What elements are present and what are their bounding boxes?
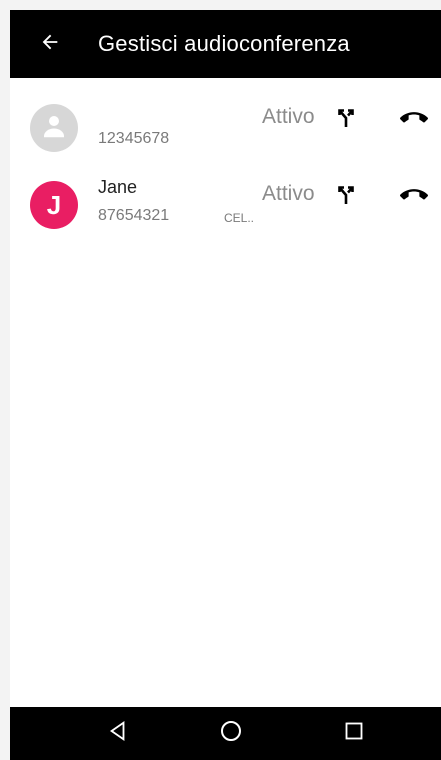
nav-recents-button[interactable]	[322, 707, 386, 760]
participants-list: 12345678 Attivo J Jane 87654321 CEL.. At…	[10, 78, 441, 707]
split-call-button[interactable]	[328, 102, 364, 138]
status-strip	[10, 0, 441, 10]
participant-status: Attivo	[262, 182, 315, 205]
back-button[interactable]	[24, 18, 76, 70]
hang-up-button[interactable]	[396, 102, 432, 138]
participant-number-type: CEL..	[224, 211, 255, 225]
split-call-button[interactable]	[328, 179, 364, 215]
participant-number: 12345678	[98, 130, 170, 147]
app-bar: Gestisci audioconferenza	[10, 10, 441, 78]
call-split-icon	[334, 106, 358, 135]
call-end-icon	[400, 181, 428, 214]
system-nav-bar	[10, 707, 441, 760]
nav-back-button[interactable]	[86, 707, 150, 760]
nav-back-triangle-icon	[107, 720, 129, 747]
participant-row: 12345678 Attivo	[10, 92, 441, 164]
participant-number: 87654321	[98, 207, 170, 224]
hang-up-button[interactable]	[396, 179, 432, 215]
participant-status: Attivo	[262, 105, 315, 128]
call-split-icon	[334, 183, 358, 212]
nav-home-button[interactable]	[199, 707, 263, 760]
avatar: J	[30, 181, 78, 229]
avatar-letter: J	[46, 189, 62, 220]
participant-name: Jane	[98, 177, 138, 197]
participant-row: J Jane 87654321 CEL.. Attivo	[10, 169, 441, 241]
audioconference-screen: Gestisci audioconferenza 12345678 Attivo	[0, 0, 441, 760]
avatar	[30, 104, 78, 152]
call-end-icon	[400, 104, 428, 137]
nav-home-circle-icon	[219, 719, 243, 748]
person-icon	[39, 111, 69, 146]
nav-recents-square-icon	[344, 721, 364, 746]
page-title: Gestisci audioconferenza	[98, 31, 350, 56]
arrow-back-icon	[39, 31, 61, 58]
